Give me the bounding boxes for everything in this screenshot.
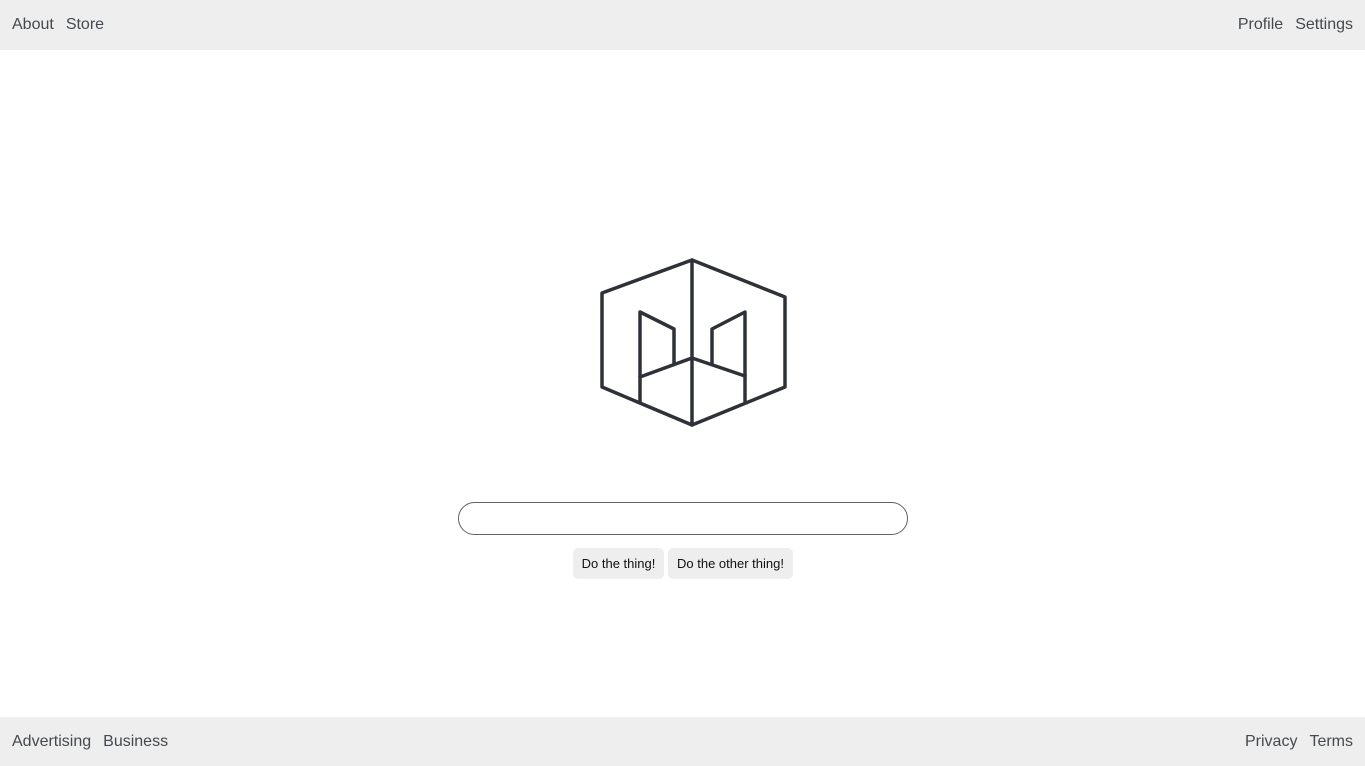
footer-left-nav: Advertising Business (12, 732, 168, 752)
page: About Store Profile Settings Do the thin… (0, 0, 1365, 766)
cube-logo-icon (598, 257, 788, 428)
store-link[interactable]: Store (66, 15, 104, 35)
top-left-nav: About Store (12, 15, 104, 35)
settings-link[interactable]: Settings (1295, 15, 1353, 35)
footer-right-nav: Privacy Terms (1245, 732, 1353, 752)
search-input[interactable] (458, 502, 908, 535)
do-the-other-thing-button[interactable]: Do the other thing! (668, 548, 793, 579)
top-right-nav: Profile Settings (1238, 15, 1353, 35)
footer-bar: Advertising Business Privacy Terms (0, 717, 1365, 766)
business-link[interactable]: Business (103, 732, 168, 752)
terms-link[interactable]: Terms (1309, 732, 1353, 752)
about-link[interactable]: About (12, 15, 54, 35)
do-the-thing-button[interactable]: Do the thing! (573, 548, 664, 579)
profile-link[interactable]: Profile (1238, 15, 1283, 35)
top-nav-bar: About Store Profile Settings (0, 0, 1365, 50)
privacy-link[interactable]: Privacy (1245, 732, 1297, 752)
advertising-link[interactable]: Advertising (12, 732, 91, 752)
